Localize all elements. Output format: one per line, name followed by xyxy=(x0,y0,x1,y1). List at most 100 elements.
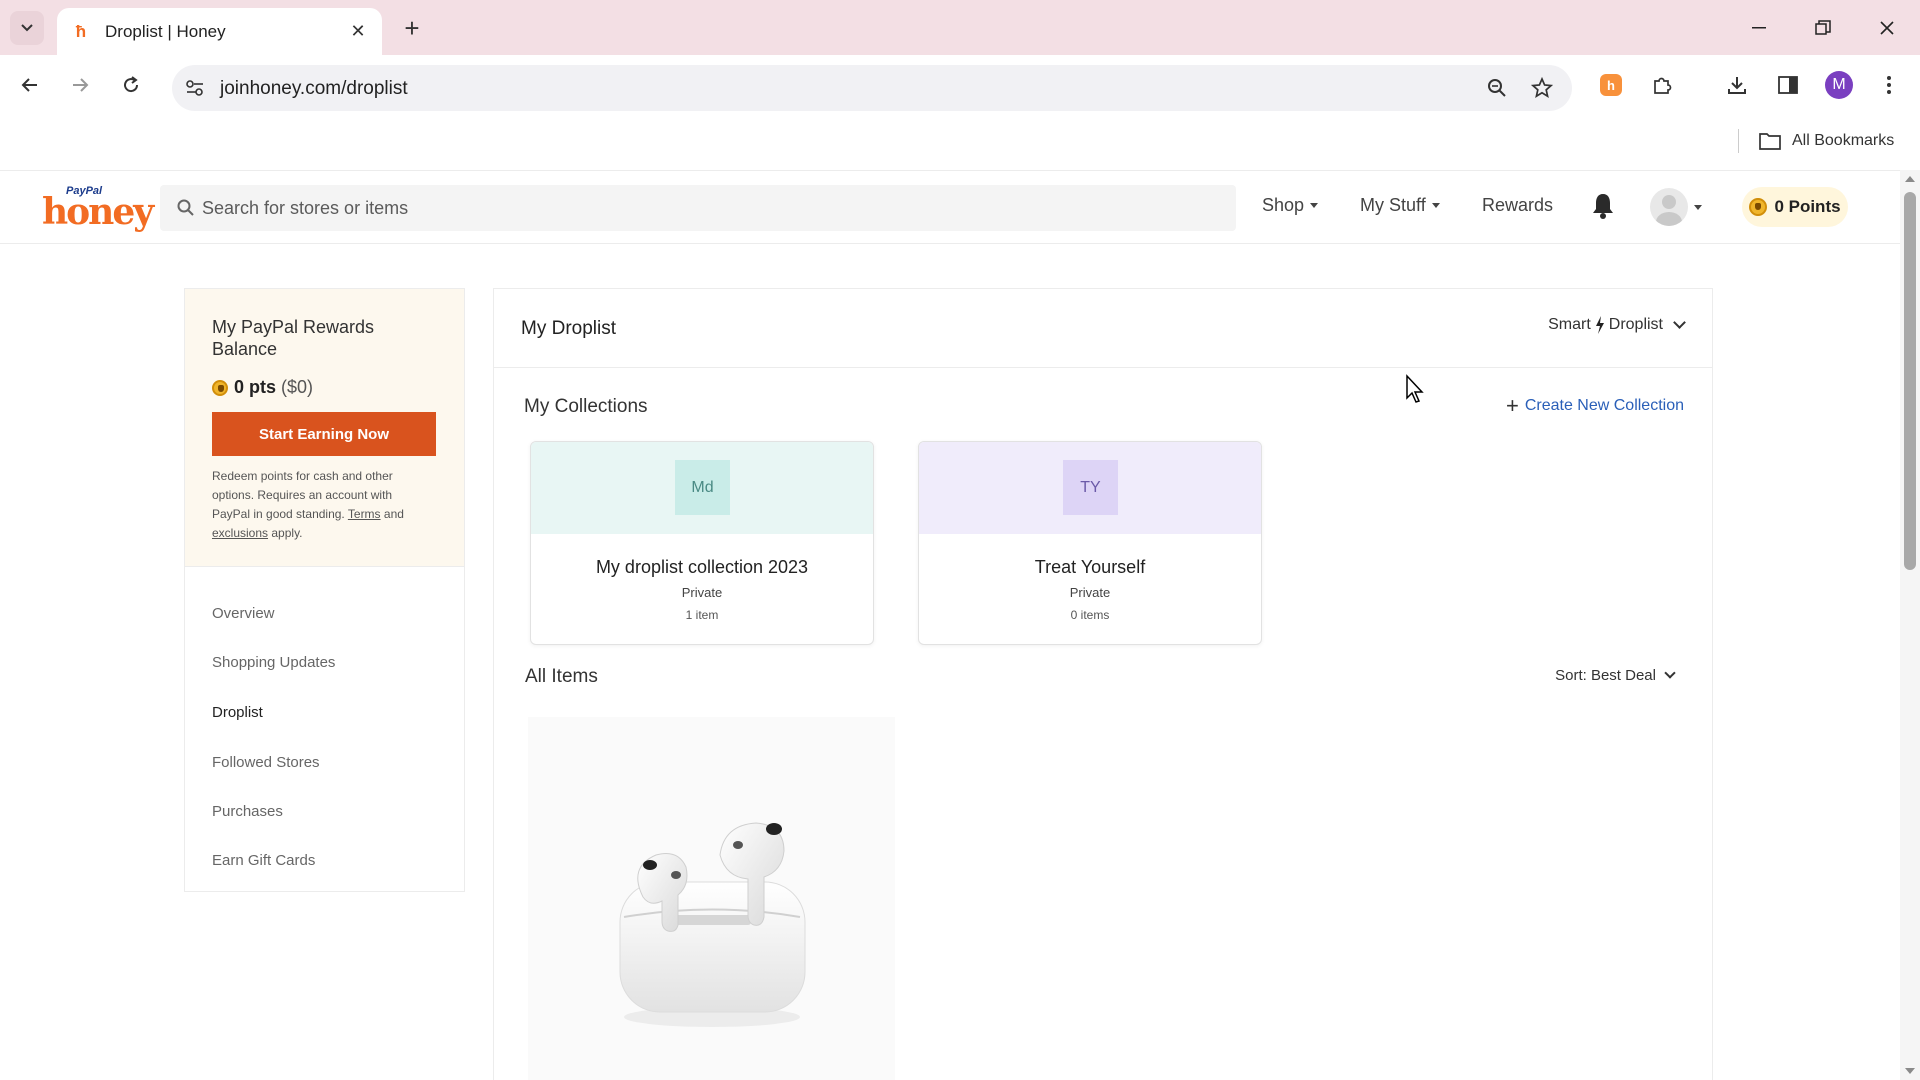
collection-name: My droplist collection 2023 xyxy=(595,557,809,577)
arrow-left-icon xyxy=(21,78,37,92)
browser-menu-button[interactable] xyxy=(1872,68,1906,102)
points-value: 0 pts xyxy=(234,377,277,397)
rewards-balance-title: My PayPal Rewards Balance xyxy=(212,317,375,359)
browser-tabstrip: ħ Droplist | Honey ✕ + xyxy=(0,0,1920,55)
back-button[interactable] xyxy=(12,67,48,103)
chevron-down-icon xyxy=(1673,316,1686,329)
scroll-thumb[interactable] xyxy=(1904,192,1916,570)
sidebar-item-earn-gift-cards[interactable]: Earn Gift Cards xyxy=(212,852,315,869)
page-title: My Droplist xyxy=(521,318,617,339)
tab-search-button[interactable] xyxy=(10,11,44,45)
new-tab-button[interactable]: + xyxy=(396,12,428,44)
honey-extension-button[interactable]: h xyxy=(1594,68,1628,102)
smart-droplist-dropdown[interactable]: Smart Droplist xyxy=(1548,316,1686,334)
tab-title: Droplist | Honey xyxy=(105,21,226,41)
disclaimer-suffix: apply. xyxy=(271,526,303,540)
all-items-heading: All Items xyxy=(525,666,598,687)
sidebar-item-followed-stores[interactable]: Followed Stores xyxy=(212,754,320,771)
my-stuff-menu-label: My Stuff xyxy=(1360,195,1426,215)
chevron-down-icon xyxy=(21,24,33,32)
active-tab[interactable]: ħ Droplist | Honey ✕ xyxy=(57,8,382,55)
side-panel-button[interactable] xyxy=(1771,68,1805,102)
address-bar[interactable]: joinhoney.com/droplist xyxy=(172,65,1572,111)
profile-button[interactable]: M xyxy=(1822,68,1856,102)
collection-item-count: 1 item xyxy=(685,608,719,622)
points-badge[interactable]: 0 Points xyxy=(1742,187,1848,227)
caret-down-icon xyxy=(1431,203,1440,208)
arrow-right-icon xyxy=(73,78,89,92)
sidebar-item-droplist[interactable]: Droplist xyxy=(212,704,263,721)
terms-link[interactable]: Terms xyxy=(348,507,381,521)
bookmark-star-icon[interactable] xyxy=(1527,73,1557,103)
close-window-button[interactable] xyxy=(1864,8,1910,48)
airpods-pro-image xyxy=(619,822,806,1027)
sidebar-item-purchases[interactable]: Purchases xyxy=(212,803,283,820)
folder-icon xyxy=(1759,133,1781,150)
page-scrollbar[interactable] xyxy=(1900,170,1920,1080)
logo-honey-text: honey xyxy=(42,191,154,233)
download-icon xyxy=(1728,77,1746,94)
search-input[interactable] xyxy=(202,185,1212,231)
minimize-button[interactable] xyxy=(1736,8,1782,48)
profile-avatar: M xyxy=(1825,71,1853,99)
collection-item-count: 0 items xyxy=(1070,608,1110,622)
collection-name: Treat Yourself xyxy=(1034,557,1146,577)
sidebar-item-shopping-updates[interactable]: Shopping Updates xyxy=(212,654,335,671)
plus-icon: + xyxy=(1505,393,1519,418)
minimize-icon xyxy=(1752,27,1766,29)
product-card[interactable] xyxy=(528,717,895,1080)
side-panel-icon xyxy=(1778,76,1798,94)
points-coin-icon xyxy=(212,379,228,396)
paypal-honey-logo[interactable]: PayPal honey xyxy=(42,185,154,233)
site-info-icon[interactable] xyxy=(180,73,210,103)
exclusions-link[interactable]: exclusions xyxy=(212,526,268,540)
create-collection-label: Create New Collection xyxy=(1524,397,1684,414)
reload-button[interactable] xyxy=(113,67,149,103)
honey-favicon-icon: ħ xyxy=(75,21,87,41)
points-coin-icon xyxy=(1749,198,1768,216)
user-avatar xyxy=(1650,188,1688,226)
my-stuff-menu[interactable]: My Stuff xyxy=(1360,195,1440,216)
tab-close-icon[interactable]: ✕ xyxy=(346,20,370,44)
all-bookmarks-button[interactable]: All Bookmarks xyxy=(1758,129,1894,153)
account-menu[interactable] xyxy=(1650,188,1702,226)
url-text: joinhoney.com/droplist xyxy=(220,78,408,99)
notifications-bell-icon[interactable] xyxy=(1590,191,1616,221)
collection-privacy: Private xyxy=(681,585,723,600)
collections-heading: My Collections xyxy=(524,396,648,417)
caret-down-icon xyxy=(1310,203,1319,208)
collection-card[interactable]: Md My droplist collection 2023 Private 1… xyxy=(530,441,874,645)
rewards-link[interactable]: Rewards xyxy=(1482,195,1553,216)
shop-menu-label: Shop xyxy=(1262,195,1305,215)
extensions-button[interactable] xyxy=(1645,68,1679,102)
collection-initials-badge: TY xyxy=(1063,460,1118,515)
site-search xyxy=(160,185,1236,231)
shop-menu[interactable]: Shop xyxy=(1262,195,1319,216)
collection-privacy: Private xyxy=(1069,585,1111,600)
collection-card[interactable]: TY Treat Yourself Private 0 items xyxy=(918,441,1262,645)
downloads-button[interactable] xyxy=(1720,68,1754,102)
restore-icon xyxy=(1815,20,1831,35)
points-label: 0 Points xyxy=(1774,197,1841,216)
start-earning-button[interactable]: Start Earning Now xyxy=(212,412,436,456)
scroll-down-arrow-icon[interactable] xyxy=(1905,1068,1915,1074)
restore-button[interactable] xyxy=(1800,8,1846,48)
rewards-balance-card: My PayPal Rewards Balance 0 pts ($0) Sta… xyxy=(184,288,465,567)
rewards-link-label: Rewards xyxy=(1482,195,1554,215)
scroll-up-arrow-icon[interactable] xyxy=(1905,176,1915,182)
account-side-nav: Overview Shopping Updates Droplist Follo… xyxy=(184,567,465,892)
mouse-cursor-icon xyxy=(1406,374,1424,403)
rewards-disclaimer: Redeem points for cash and other options… xyxy=(212,467,432,543)
disclaimer-and: and xyxy=(383,507,404,521)
sort-dropdown[interactable]: Sort: Best Deal xyxy=(1555,667,1676,684)
droplist-panel: My Droplist Smart Droplist My Collection… xyxy=(493,288,1713,1080)
points-usd-value: ($0) xyxy=(281,377,314,397)
smart-label: Smart xyxy=(1548,316,1591,333)
browser-toolbar: joinhoney.com/droplist h M All Bookmarks xyxy=(0,55,1920,177)
close-icon xyxy=(1880,21,1894,35)
forward-button[interactable] xyxy=(62,67,98,103)
sidebar-item-overview[interactable]: Overview xyxy=(212,605,275,622)
create-new-collection-link[interactable]: + Create New Collection xyxy=(1505,393,1684,418)
sort-label: Sort: Best Deal xyxy=(1555,667,1656,684)
zoom-icon[interactable] xyxy=(1482,73,1512,103)
